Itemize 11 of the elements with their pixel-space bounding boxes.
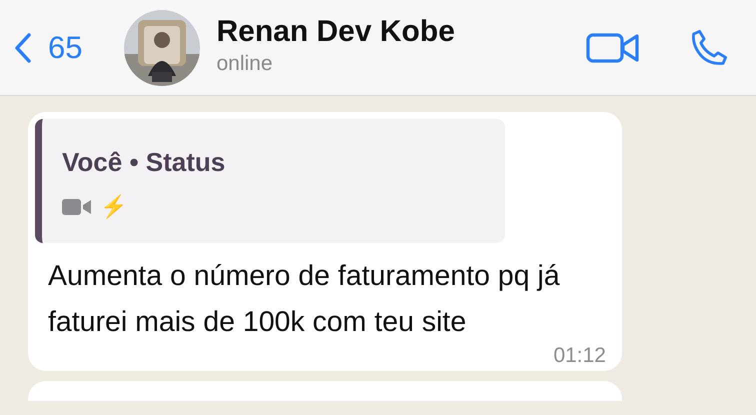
- quote-author: Você • Status: [62, 146, 226, 179]
- contact-name[interactable]: Renan Dev Kobe: [216, 15, 586, 48]
- back-chevron-icon: [14, 32, 32, 64]
- video-call-icon[interactable]: [586, 30, 640, 64]
- quoted-status[interactable]: Você • Status ⚡: [35, 119, 505, 243]
- presence-status: online: [216, 51, 274, 78]
- message-text: Aumenta o número de faturamento pq já faturei mais de 100k com teu site: [47, 259, 561, 340]
- quote-emoji: ⚡: [100, 193, 127, 221]
- video-icon: [62, 196, 92, 216]
- back-button[interactable]: 65: [14, 32, 82, 64]
- message-time: 01:12: [553, 345, 606, 367]
